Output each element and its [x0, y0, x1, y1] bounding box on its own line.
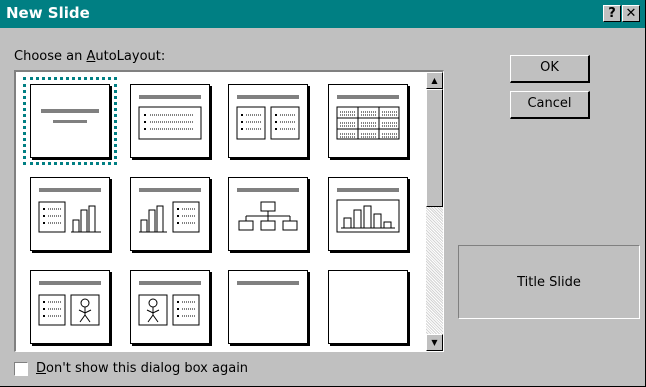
title-slide-layout-icon	[41, 109, 99, 123]
help-button[interactable]: ?	[603, 5, 621, 22]
autolayout-label: Choose an AutoLayout:	[14, 49, 165, 64]
blank-layout-icon	[329, 271, 407, 343]
chart-and-text-layout-icon	[139, 188, 201, 233]
layout-organization-chart[interactable]	[228, 177, 308, 251]
layout-table[interactable]	[328, 84, 408, 158]
organization-chart-layout-icon	[237, 188, 299, 231]
chart-layout-icon	[336, 188, 400, 233]
dont-show-again-label[interactable]: Don't show this dialog box again	[36, 361, 248, 376]
help-icon: ?	[608, 6, 616, 21]
close-icon: ✕	[625, 6, 637, 21]
preview-layout-name: Title Slide	[517, 275, 581, 290]
arrow-up-icon: ▲	[431, 76, 438, 85]
layout-clip-art-and-text[interactable]	[130, 270, 210, 344]
close-button[interactable]: ✕	[622, 5, 640, 22]
title-only-layout-icon	[237, 281, 299, 285]
bulleted-list-layout-icon	[138, 95, 202, 140]
autolayout-list[interactable]: ▲ ▼	[14, 70, 444, 352]
ok-button[interactable]: OK	[510, 55, 590, 83]
clip-art-and-text-layout-icon	[138, 281, 201, 326]
autolayout-label-prefix: Choose an	[14, 49, 87, 64]
layout-text-and-clip-art[interactable]	[30, 270, 110, 344]
text-and-clip-art-layout-icon	[38, 281, 101, 326]
layout-text-and-chart[interactable]	[30, 177, 110, 251]
table-layout-icon	[336, 95, 400, 140]
scrollbar-thumb[interactable]	[426, 89, 443, 207]
autolayout-label-suffix: utoLayout:	[95, 49, 166, 64]
layout-chart[interactable]	[328, 177, 408, 251]
scroll-up-button[interactable]: ▲	[426, 72, 443, 89]
layout-title-slide[interactable]	[23, 77, 117, 165]
layout-two-column-text[interactable]	[228, 84, 308, 158]
text-and-chart-layout-icon	[38, 188, 101, 233]
dont-show-again-checkbox[interactable]	[14, 362, 28, 376]
two-column-text-layout-icon	[236, 95, 300, 140]
new-slide-dialog: New Slide ? ✕ Choose an AutoLayout: ▲ ▼ …	[0, 0, 646, 387]
layout-preview: Title Slide	[458, 245, 640, 319]
layout-title-only[interactable]	[228, 270, 308, 344]
scroll-down-button[interactable]: ▼	[426, 334, 443, 351]
layout-blank[interactable]	[328, 270, 408, 344]
dont-show-again-text: on't show this dialog box again	[46, 361, 249, 376]
arrow-down-icon: ▼	[431, 338, 438, 347]
dont-show-again-hotkey: D	[36, 361, 47, 376]
cancel-button[interactable]: Cancel	[510, 91, 590, 119]
dialog-title: New Slide	[6, 4, 90, 22]
layout-bulleted-list[interactable]	[130, 84, 210, 158]
layout-list-scrollbar[interactable]: ▲ ▼	[426, 72, 443, 351]
layout-chart-and-text[interactable]	[130, 177, 210, 251]
title-bar[interactable]: New Slide ? ✕	[0, 0, 645, 28]
